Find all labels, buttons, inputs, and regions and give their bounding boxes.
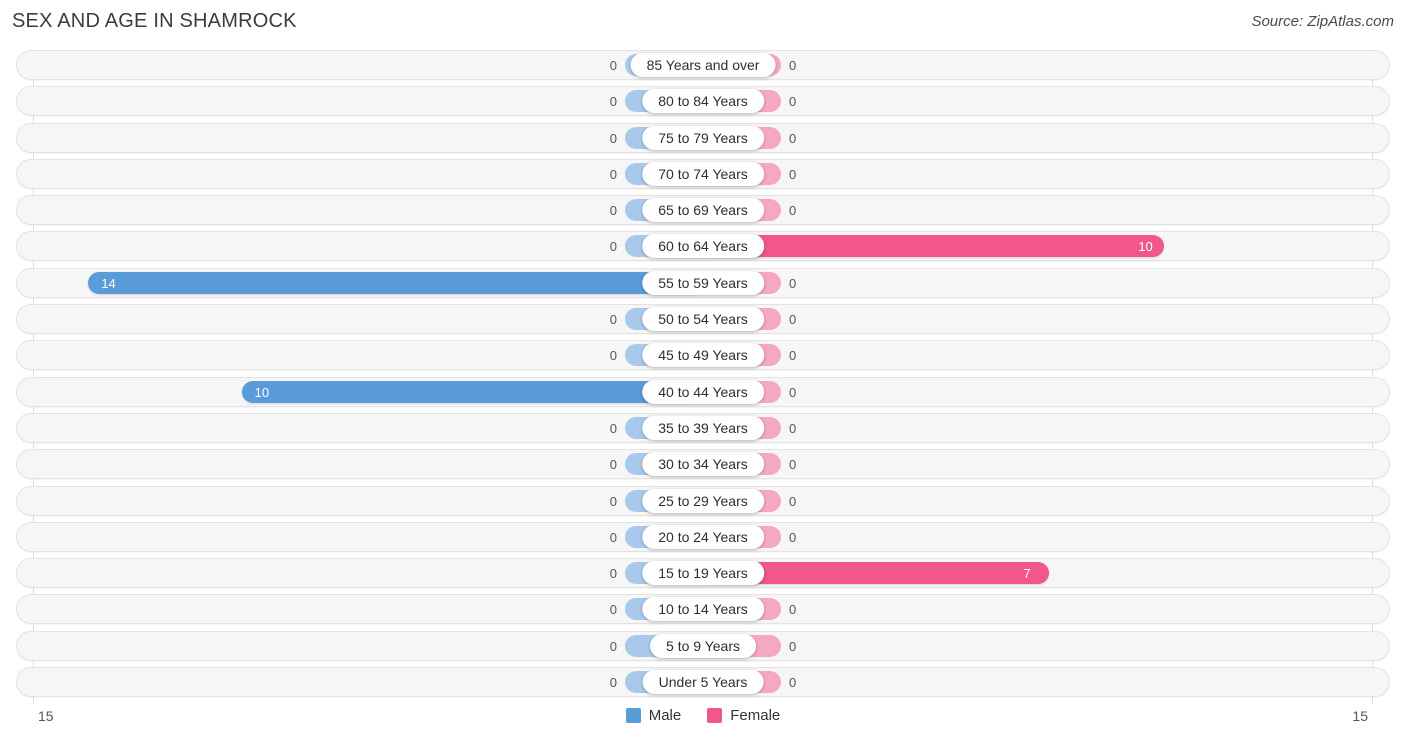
male-value-label: 0 [609,348,617,364]
age-group-row[interactable]: 0 0 20 to 24 Years [16,521,1390,552]
female-value-label: 0 [789,529,797,545]
age-group-row[interactable]: 0 0 10 to 14 Years [16,594,1390,625]
female-value-label: 0 [789,675,797,691]
male-value-label: 0 [609,675,617,691]
female-value-label: 0 [789,166,797,182]
female-value-label: 10 [1138,239,1153,255]
page-title: SEX AND AGE IN SHAMROCK [12,10,297,32]
female-value-label: 0 [789,384,797,400]
male-bar[interactable] [88,271,703,294]
female-value-label: 0 [789,130,797,146]
male-value-label: 0 [609,203,617,219]
age-group-row[interactable]: 0 10 60 to 64 Years [16,231,1390,262]
legend-label-female: Female [730,707,781,724]
legend-label-male: Male [648,707,682,724]
age-group-label: 40 to 44 Years [642,379,764,404]
age-group-row[interactable]: 0 0 35 to 39 Years [16,412,1390,443]
age-group-row[interactable]: 0 7 15 to 19 Years [16,558,1390,589]
male-value-label: 0 [609,58,617,73]
male-value-label: 0 [609,420,617,436]
age-group-label: 20 to 24 Years [642,524,764,549]
age-group-label: 25 to 29 Years [642,488,764,513]
age-group-label: 55 to 59 Years [642,270,764,295]
age-group-label: 50 to 54 Years [642,307,764,332]
age-group-label: Under 5 Years [642,670,764,695]
male-value-label: 0 [609,457,617,473]
age-group-row[interactable]: 0 0 25 to 29 Years [16,485,1390,516]
chart-header: SEX AND AGE IN SHAMROCK Source: ZipAtlas… [0,0,1406,46]
female-value-label: 7 [1023,566,1031,582]
age-group-label: 5 to 9 Years [650,633,756,658]
age-group-rows: 0 0 85 Years and over 0 0 80 to 84 Years 0 0 75 … [0,50,1406,703]
chart-page: SEX AND AGE IN SHAMROCK Source: ZipAtlas… [0,0,1406,740]
legend-item-male[interactable]: Male [625,707,682,724]
female-value-label: 0 [789,275,797,291]
male-value-label: 0 [609,166,617,182]
female-value-label: 0 [789,493,797,509]
age-group-label: 80 to 84 Years [642,89,764,114]
age-group-row[interactable]: 0 0 Under 5 Years [16,667,1390,698]
age-group-row[interactable]: 0 0 70 to 74 Years [16,158,1390,189]
male-value-label: 0 [609,529,617,545]
age-group-row[interactable]: 0 0 30 to 34 Years [16,449,1390,480]
male-color-swatch-icon [625,708,641,723]
male-value-label: 10 [254,384,270,400]
age-group-row[interactable]: 0 0 75 to 79 Years [16,122,1390,153]
male-value-label: 0 [609,130,617,146]
male-value-label: 0 [609,566,617,582]
male-value-label: 0 [609,602,617,618]
female-value-label: 0 [789,348,797,364]
age-group-row[interactable]: 0 0 45 to 49 Years [16,340,1390,371]
age-group-label: 35 to 39 Years [642,415,764,440]
chart-legend: Male Female [0,707,1406,724]
age-group-row[interactable]: 10 0 40 to 44 Years [16,376,1390,407]
chart-footer: 15 15 Male Female [0,700,1406,740]
female-value-label: 0 [789,602,797,618]
female-value-label: 0 [789,420,797,436]
female-value-label: 0 [789,457,797,473]
male-bar[interactable] [241,380,703,403]
female-color-swatch-icon [707,708,723,723]
age-group-label: 85 Years and over [630,53,776,77]
female-bar[interactable] [703,235,1165,258]
male-value-label: 0 [609,493,617,509]
female-value-label: 0 [789,58,797,73]
male-value-label: 14 [101,275,116,291]
male-value-label: 0 [609,638,617,654]
age-group-row[interactable]: 0 0 80 to 84 Years [16,86,1390,117]
female-value-label: 0 [789,312,797,328]
age-group-row[interactable]: 0 0 65 to 69 Years [16,195,1390,226]
age-group-label: 70 to 74 Years [642,161,764,186]
age-group-row[interactable]: 0 0 50 to 54 Years [16,304,1390,335]
age-group-label: 30 to 34 Years [642,452,764,477]
age-group-row[interactable]: 0 0 85 Years and over [16,50,1390,80]
age-group-label: 10 to 14 Years [642,597,764,622]
age-group-label: 75 to 79 Years [642,125,764,150]
age-group-label: 45 to 49 Years [642,343,764,368]
source-attribution: Source: ZipAtlas.com [1251,13,1394,30]
female-value-label: 0 [789,94,797,110]
age-group-row[interactable]: 14 0 55 to 59 Years [16,267,1390,298]
legend-item-female[interactable]: Female [707,707,780,724]
male-value-label: 0 [609,312,617,328]
population-pyramid-plot: 0 0 85 Years and over 0 0 80 to 84 Years 0 0 75 … [0,50,1406,704]
female-value-label: 0 [789,638,797,654]
age-group-label: 60 to 64 Years [642,234,764,259]
male-value-label: 0 [609,94,617,110]
age-group-row[interactable]: 0 0 5 to 9 Years [16,630,1390,661]
age-group-label: 65 to 69 Years [642,198,764,223]
male-value-label: 0 [609,239,617,255]
female-value-label: 0 [789,203,797,219]
age-group-label: 15 to 19 Years [642,561,764,586]
